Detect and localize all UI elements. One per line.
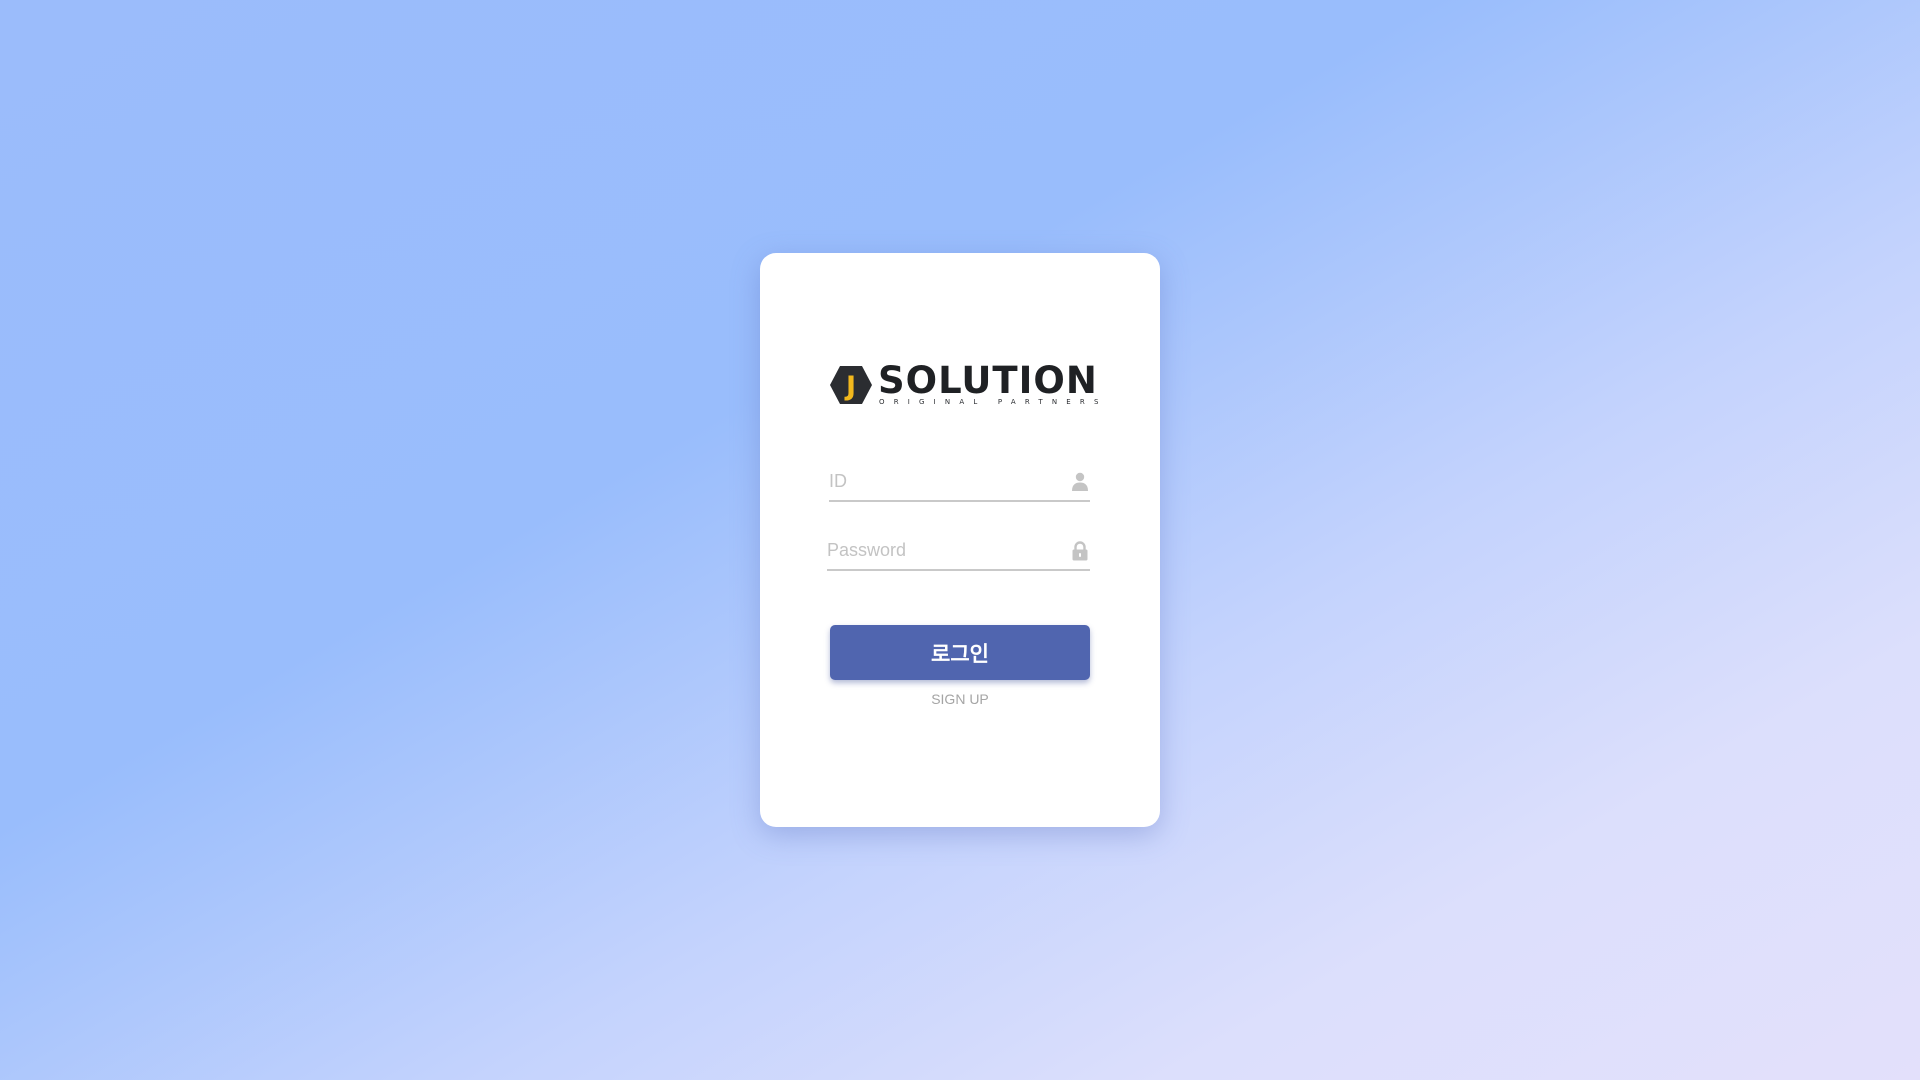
login-button[interactable]: 로그인 xyxy=(830,625,1090,680)
password-input[interactable] xyxy=(827,533,1052,567)
lock-icon xyxy=(1072,541,1088,561)
logo-hex-icon: J xyxy=(830,366,872,404)
password-field xyxy=(827,533,1090,571)
login-card: J SOLUTION ORIGINAL PARTNERS 로그인 SIGN UP xyxy=(760,253,1160,827)
logo-mark-letter: J xyxy=(844,371,856,402)
brand-logo: J SOLUTION ORIGINAL PARTNERS xyxy=(829,359,1098,409)
signup-link[interactable]: SIGN UP xyxy=(760,691,1160,707)
logo-tagline: ORIGINAL PARTNERS xyxy=(879,398,1108,406)
id-field xyxy=(829,464,1090,502)
id-input[interactable] xyxy=(829,464,1054,498)
user-icon xyxy=(1072,472,1088,491)
